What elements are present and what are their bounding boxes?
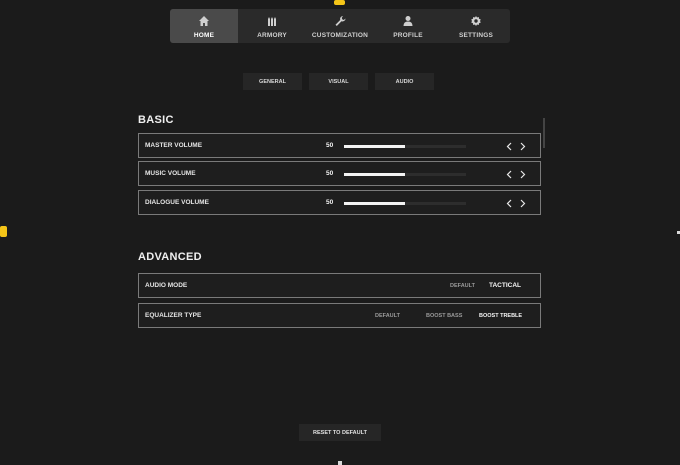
- gear-icon: [469, 14, 483, 28]
- dialogue-volume-decrease-button[interactable]: [504, 198, 513, 208]
- dialogue-volume-slider[interactable]: [344, 202, 466, 205]
- home-icon: [197, 14, 211, 28]
- chevron-right-icon: [520, 199, 525, 207]
- master-volume-value: 50: [326, 142, 334, 149]
- equalizer-option-boost-bass[interactable]: BOOST BASS: [426, 313, 462, 319]
- equalizer-option-default[interactable]: DEFAULT: [375, 313, 400, 319]
- audio-mode-option-tactical[interactable]: TACTICAL: [489, 282, 521, 289]
- dialogue-volume-label: DIALOGUE VOLUME: [145, 199, 209, 206]
- music-volume-slider-fill: [344, 173, 405, 176]
- chevron-left-icon: [506, 199, 511, 207]
- master-volume-row: MASTER VOLUME 50: [138, 133, 541, 158]
- nav-armory-label: ARMORY: [257, 31, 287, 39]
- nav-armory[interactable]: ARMORY: [238, 9, 306, 43]
- music-volume-row: MUSIC VOLUME 50: [138, 161, 541, 186]
- equalizer-option-boost-treble[interactable]: BOOST TREBLE: [479, 313, 522, 319]
- nav-settings-label: SETTINGS: [458, 31, 494, 39]
- equalizer-type-label: EQUALIZER TYPE: [145, 312, 202, 319]
- settings-subtabs: GENERAL VISUAL AUDIO: [243, 73, 434, 90]
- music-volume-value: 50: [326, 170, 334, 177]
- dialogue-volume-increase-button[interactable]: [518, 198, 527, 208]
- music-volume-increase-button[interactable]: [518, 169, 527, 179]
- bottom-edge-dot: [338, 461, 342, 465]
- chevron-right-icon: [520, 170, 525, 178]
- settings-scrollbar[interactable]: [543, 118, 545, 148]
- music-volume-slider[interactable]: [344, 173, 466, 176]
- chevron-right-icon: [520, 142, 525, 150]
- nav-customization[interactable]: CUSTOMIZATION: [306, 9, 374, 43]
- nav-settings[interactable]: SETTINGS: [442, 9, 510, 43]
- master-volume-slider-fill: [344, 145, 405, 148]
- advanced-section-title: ADVANCED: [138, 251, 202, 263]
- tab-visual[interactable]: VISUAL: [309, 73, 368, 90]
- ammo-icon: [265, 14, 279, 28]
- dialogue-volume-row: DIALOGUE VOLUME 50: [138, 190, 541, 215]
- audio-mode-label: AUDIO MODE: [145, 282, 188, 289]
- master-volume-decrease-button[interactable]: [504, 141, 513, 151]
- nav-profile-label: PROFILE: [393, 31, 423, 39]
- top-navigation: HOME ARMORY CUSTOMIZATION PROFILE SETTIN…: [170, 9, 510, 43]
- person-icon: [401, 14, 415, 28]
- chevron-left-icon: [506, 170, 511, 178]
- left-edge-marker: [0, 226, 7, 237]
- nav-home-label: HOME: [193, 31, 215, 39]
- master-volume-label: MASTER VOLUME: [145, 142, 203, 149]
- equalizer-type-row: EQUALIZER TYPE DEFAULT BOOST BASS BOOST …: [138, 303, 541, 328]
- nav-customization-label: CUSTOMIZATION: [311, 31, 369, 39]
- master-volume-slider[interactable]: [344, 145, 466, 148]
- dialogue-volume-value: 50: [326, 199, 334, 206]
- wrench-icon: [333, 14, 347, 28]
- audio-mode-row: AUDIO MODE DEFAULT TACTICAL: [138, 273, 541, 298]
- dialogue-volume-slider-fill: [344, 202, 405, 205]
- reset-to-default-button[interactable]: RESET TO DEFAULT: [299, 424, 381, 441]
- nav-profile[interactable]: PROFILE: [374, 9, 442, 43]
- tab-general[interactable]: GENERAL: [243, 73, 302, 90]
- tab-audio[interactable]: AUDIO: [375, 73, 434, 90]
- top-edge-marker: [334, 0, 345, 5]
- master-volume-increase-button[interactable]: [518, 141, 527, 151]
- audio-mode-option-default[interactable]: DEFAULT: [450, 283, 475, 289]
- music-volume-label: MUSIC VOLUME: [145, 170, 196, 177]
- nav-home[interactable]: HOME: [170, 9, 238, 43]
- basic-section-title: BASIC: [138, 114, 174, 126]
- chevron-left-icon: [506, 142, 511, 150]
- music-volume-decrease-button[interactable]: [504, 169, 513, 179]
